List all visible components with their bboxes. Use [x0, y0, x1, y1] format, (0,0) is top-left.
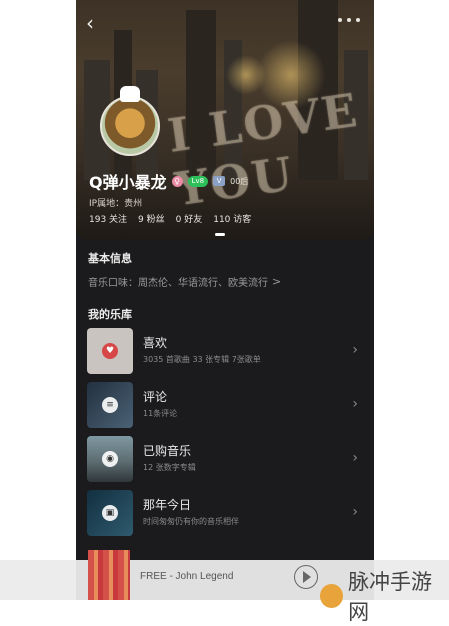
library-item-subtitle: 时间匆匆仍有你的音乐相伴	[143, 517, 239, 526]
chevron-right-icon: >	[272, 275, 282, 288]
stat-friends[interactable]: 0 好友	[176, 212, 203, 225]
basic-info-title: 基本信息	[88, 252, 132, 265]
library-item-title: 那年今日	[143, 498, 192, 512]
player-album-cover[interactable]	[88, 550, 130, 600]
chevron-right-icon: ›	[352, 396, 358, 412]
purchased-cover: ◉	[87, 436, 133, 482]
comment-icon: ≡	[102, 397, 118, 413]
heart-icon: ♥	[102, 343, 118, 359]
likes-cover: ♥	[87, 328, 133, 374]
light-glow	[226, 55, 266, 95]
library-item-on-this-day[interactable]: ▣ 那年今日 时间匆匆仍有你的音乐相伴 ›	[76, 490, 374, 536]
avatar[interactable]	[100, 96, 160, 156]
profile-header: I LOVE YOU ‹ Q弹小暴龙 ♀ Lv8 V 00后 IP属地：贵州 1…	[76, 0, 374, 240]
library-item-purchased[interactable]: ◉ 已购音乐 12 张数字专辑 ›	[76, 436, 374, 482]
library-item-title: 已购音乐	[143, 444, 192, 458]
username-row: Q弹小暴龙 ♀ Lv8 V 00后	[89, 170, 248, 192]
app-screen: I LOVE YOU ‹ Q弹小暴龙 ♀ Lv8 V 00后 IP属地：贵州 1…	[76, 0, 374, 600]
music-taste-text: 音乐口味：周杰伦、华语流行、欧美流行	[88, 278, 268, 289]
library-item-subtitle: 3035 首歌曲 33 张专辑 7张歌单	[143, 355, 261, 364]
library-item-title: 评论	[143, 390, 168, 404]
library-item-comments[interactable]: ≡ 评论 11条评论 ›	[76, 382, 374, 428]
library-item-subtitle: 12 张数字专辑	[143, 463, 196, 472]
stat-following[interactable]: 193 关注	[89, 212, 127, 225]
comments-cover: ≡	[87, 382, 133, 428]
calendar-icon: ▣	[102, 505, 118, 521]
player-track-title: FREE - John Legend	[140, 571, 234, 582]
vip-icon[interactable]: V	[213, 176, 226, 186]
profile-stats: 193 关注 9 粉丝 0 好友 110 访客	[89, 212, 251, 225]
gender-icon: ♀	[171, 175, 183, 187]
more-options-icon[interactable]	[338, 18, 360, 26]
on-this-day-cover: ▣	[87, 490, 133, 536]
back-icon[interactable]: ‹	[86, 12, 108, 34]
age-tag: 00后	[230, 176, 249, 186]
library-item-title: 喜欢	[143, 336, 168, 350]
music-taste-row[interactable]: 音乐口味：周杰伦、华语流行、欧美流行 >	[88, 274, 281, 289]
ip-location: IP属地：贵州	[89, 199, 143, 209]
watermark-logo-icon	[320, 584, 344, 608]
stat-visitors[interactable]: 110 访客	[213, 212, 251, 225]
pager-indicator	[215, 233, 225, 236]
disc-icon: ◉	[102, 451, 118, 467]
username: Q弹小暴龙	[89, 173, 167, 192]
avatar-decoration	[120, 86, 140, 102]
level-badge[interactable]: Lv8	[187, 175, 209, 187]
chevron-right-icon: ›	[352, 342, 358, 358]
chevron-right-icon: ›	[352, 504, 358, 520]
library-item-likes[interactable]: ♥ 喜欢 3035 首歌曲 33 张专辑 7张歌单 ›	[76, 328, 374, 374]
site-watermark: 脉冲手游网	[320, 566, 449, 626]
library-title: 我的乐库	[88, 308, 132, 321]
watermark-text: 脉冲手游网	[348, 570, 433, 624]
chevron-right-icon: ›	[352, 450, 358, 466]
play-button[interactable]	[294, 565, 318, 589]
library-item-subtitle: 11条评论	[143, 409, 178, 418]
stat-followers[interactable]: 9 粉丝	[138, 212, 165, 225]
